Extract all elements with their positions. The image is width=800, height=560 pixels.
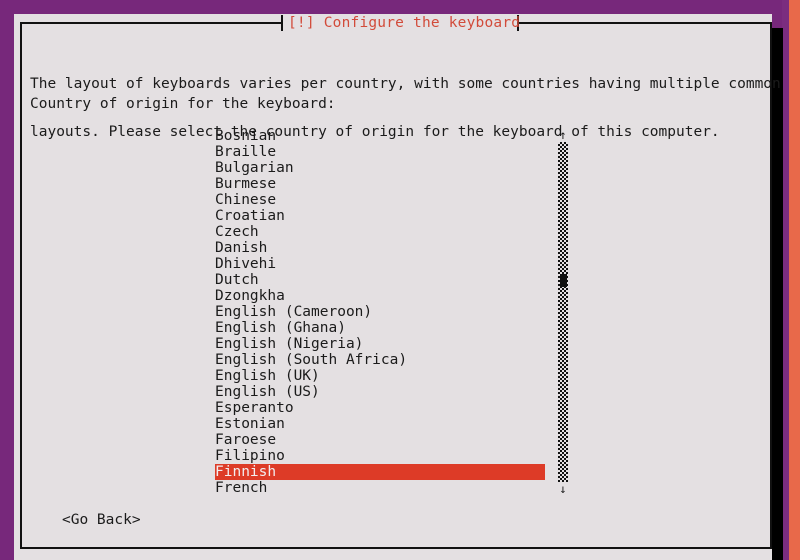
list-item[interactable]: English (Nigeria)	[215, 336, 545, 352]
list-item[interactable]: English (South Africa)	[215, 352, 545, 368]
list-scrollbar[interactable]: ↑ ↓	[557, 128, 569, 496]
dialog-top-rule-left	[20, 22, 282, 24]
list-item[interactable]: Finnish	[215, 464, 545, 480]
list-item[interactable]: English (Ghana)	[215, 320, 545, 336]
list-item[interactable]: Croatian	[215, 208, 545, 224]
list-item[interactable]: Chinese	[215, 192, 545, 208]
list-item[interactable]: French	[215, 480, 545, 496]
list-item[interactable]: English (UK)	[215, 368, 545, 384]
list-item[interactable]: English (US)	[215, 384, 545, 400]
desktop-stripe-orange	[789, 0, 800, 560]
list-item[interactable]: Burmese	[215, 176, 545, 192]
list-item[interactable]: Estonian	[215, 416, 545, 432]
list-item[interactable]: Danish	[215, 240, 545, 256]
dialog-top-rule-right	[518, 22, 772, 24]
desktop-stripe-purple	[782, 0, 789, 560]
go-back-button[interactable]: <Go Back>	[62, 512, 141, 528]
list-item[interactable]: Dhivehi	[215, 256, 545, 272]
list-item[interactable]: Filipino	[215, 448, 545, 464]
list-item[interactable]: English (Cameroon)	[215, 304, 545, 320]
list-item[interactable]: Faroese	[215, 432, 545, 448]
list-item[interactable]: Dutch	[215, 272, 545, 288]
dialog-button-row: <Go Back>	[62, 512, 141, 528]
list-item[interactable]: Bosnian	[215, 128, 545, 144]
dialog-title: [!] Configure the keyboard	[288, 15, 521, 31]
prompt-label: Country of origin for the keyboard:	[30, 96, 336, 112]
title-tick-left	[281, 15, 283, 31]
dialog-drop-shadow	[772, 28, 783, 560]
country-list[interactable]: Bosnian Braille Bulgarian Burmese Chinese Cro…	[215, 128, 545, 496]
list-item[interactable]: Czech	[215, 224, 545, 240]
installer-screen: [!] Configure the keyboard The layout of…	[0, 0, 800, 560]
list-item[interactable]: Braille	[215, 144, 545, 160]
list-item[interactable]: Bulgarian	[215, 160, 545, 176]
scrollbar-thumb[interactable]	[560, 274, 567, 287]
scroll-up-arrow-icon[interactable]: ↑	[557, 128, 569, 142]
description-line-1: The layout of keyboards varies per count…	[30, 76, 781, 92]
list-item[interactable]: Dzongkha	[215, 288, 545, 304]
scroll-down-arrow-icon[interactable]: ↓	[557, 482, 569, 496]
list-item[interactable]: Esperanto	[215, 400, 545, 416]
scrollbar-track[interactable]	[558, 142, 568, 482]
